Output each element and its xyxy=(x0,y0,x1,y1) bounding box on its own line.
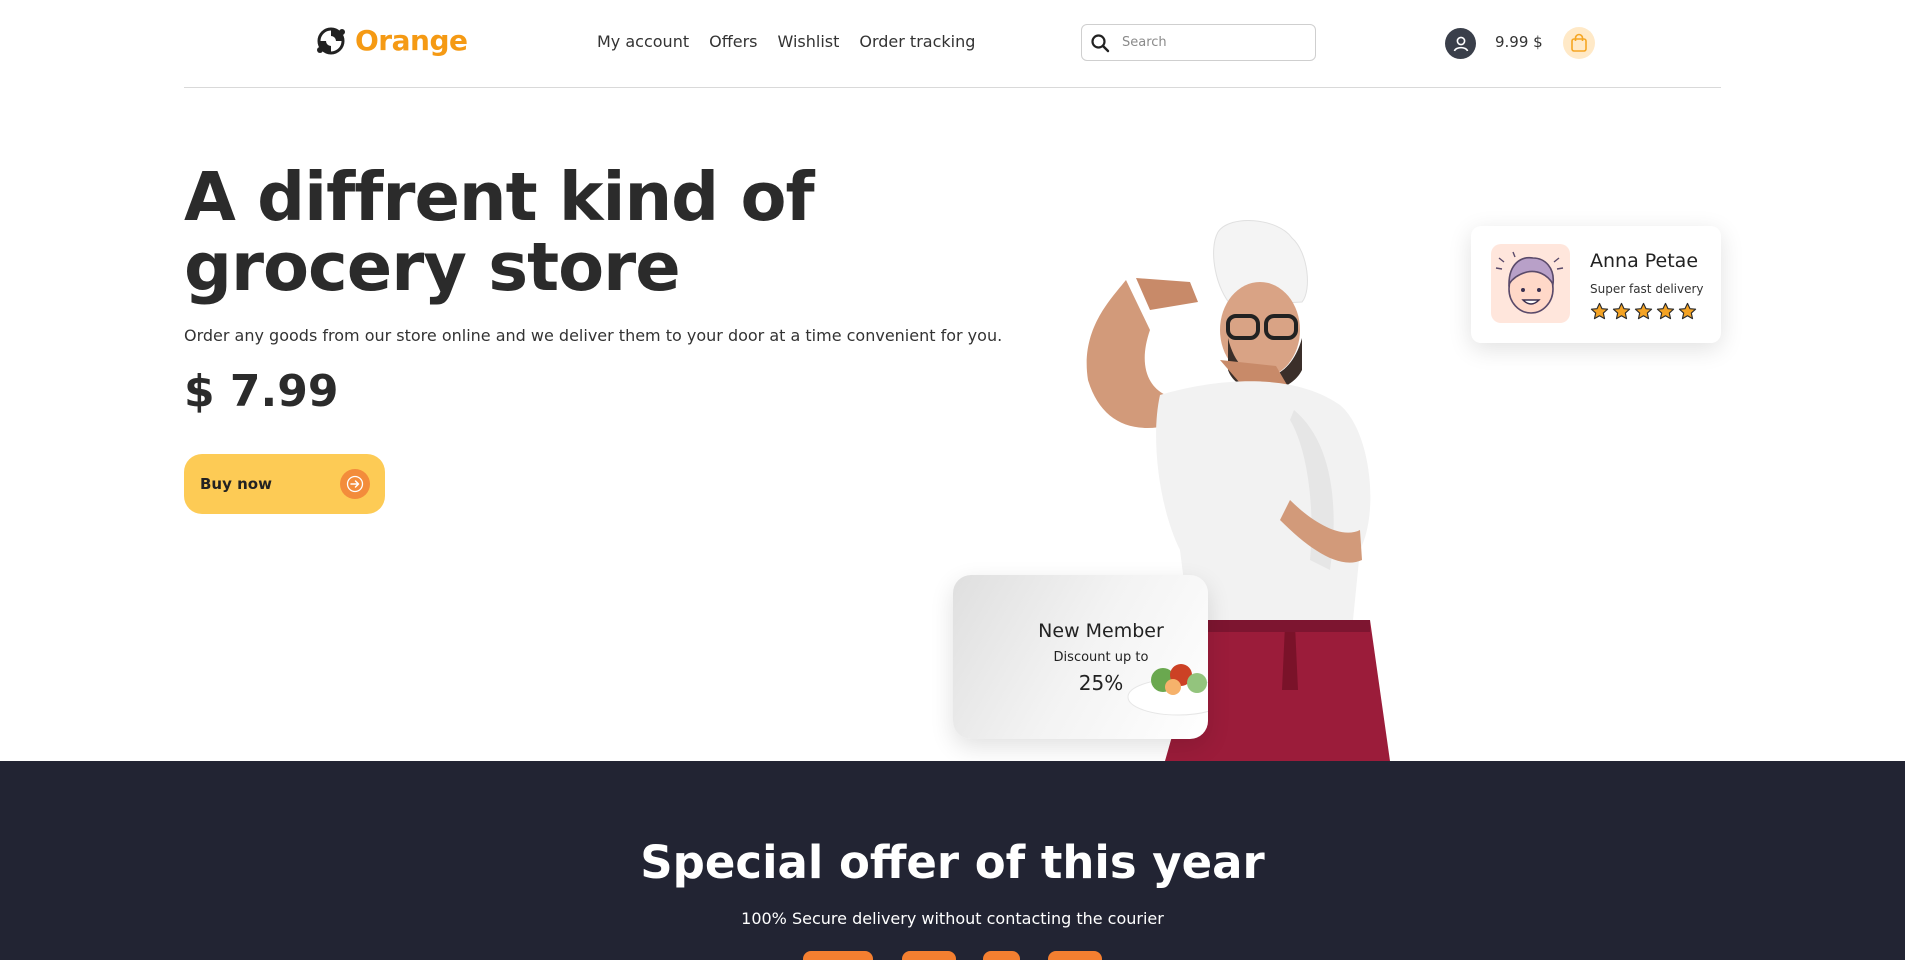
hero-title-line1: A diffrent kind of xyxy=(184,158,815,236)
search-icon xyxy=(1091,33,1110,52)
cart-total: 9.99 $ xyxy=(1495,33,1543,51)
buy-now-button[interactable]: Buy now xyxy=(184,454,385,514)
countdown-box xyxy=(983,951,1020,960)
special-offer-section: Special offer of this year 100% Secure d… xyxy=(0,761,1905,960)
member-title: New Member xyxy=(1038,620,1164,642)
nav-my-account[interactable]: My account xyxy=(597,32,689,51)
search-box[interactable] xyxy=(1081,24,1316,61)
star-icon xyxy=(1590,302,1609,320)
user-account-icon[interactable] xyxy=(1445,28,1476,59)
search-input[interactable] xyxy=(1122,35,1302,50)
shopping-bag-icon xyxy=(1571,33,1587,52)
countdown-box xyxy=(1048,951,1102,960)
countdown-box xyxy=(902,951,956,960)
site-header: Orange My account Offers Wishlist Order … xyxy=(184,0,1721,88)
reviewer-name: Anna Petae xyxy=(1590,250,1699,272)
star-icon xyxy=(1656,302,1675,320)
arrow-right-icon xyxy=(340,469,370,499)
logo-text: Orange xyxy=(355,24,468,57)
main-nav: My account Offers Wishlist Order trackin… xyxy=(597,32,975,51)
user-icon xyxy=(1453,36,1468,51)
review-text: Super fast delivery xyxy=(1590,282,1704,296)
special-offer-title: Special offer of this year xyxy=(640,836,1265,889)
avatar-face-icon xyxy=(1495,251,1564,314)
star-rating xyxy=(1590,302,1697,321)
buy-now-label: Buy now xyxy=(200,475,272,493)
nav-offers[interactable]: Offers xyxy=(709,32,757,51)
nav-order-tracking[interactable]: Order tracking xyxy=(859,32,975,51)
reviewer-avatar xyxy=(1491,244,1570,323)
special-offer-subtitle: 100% Secure delivery without contacting … xyxy=(741,909,1164,928)
star-icon xyxy=(1612,302,1631,320)
new-member-card: New Member Discount up to 25% xyxy=(953,575,1208,739)
member-subtitle: Discount up to xyxy=(1053,650,1149,665)
star-icon xyxy=(1678,302,1697,320)
nav-wishlist[interactable]: Wishlist xyxy=(777,32,839,51)
star-icon xyxy=(1634,302,1653,320)
hero-title: A diffrent kind of grocery store xyxy=(184,162,944,302)
logo[interactable]: Orange xyxy=(315,24,468,57)
hero-title-line2: grocery store xyxy=(184,228,681,306)
countdown-box xyxy=(803,951,873,960)
orange-logo-icon xyxy=(317,27,345,54)
hero-price: $ 7.99 xyxy=(184,366,339,417)
hero-subtitle: Order any goods from our store online an… xyxy=(184,326,1003,345)
member-discount: 25% xyxy=(1078,671,1124,695)
review-card: Anna Petae Super fast delivery xyxy=(1471,226,1721,343)
cart-button[interactable] xyxy=(1563,27,1595,59)
